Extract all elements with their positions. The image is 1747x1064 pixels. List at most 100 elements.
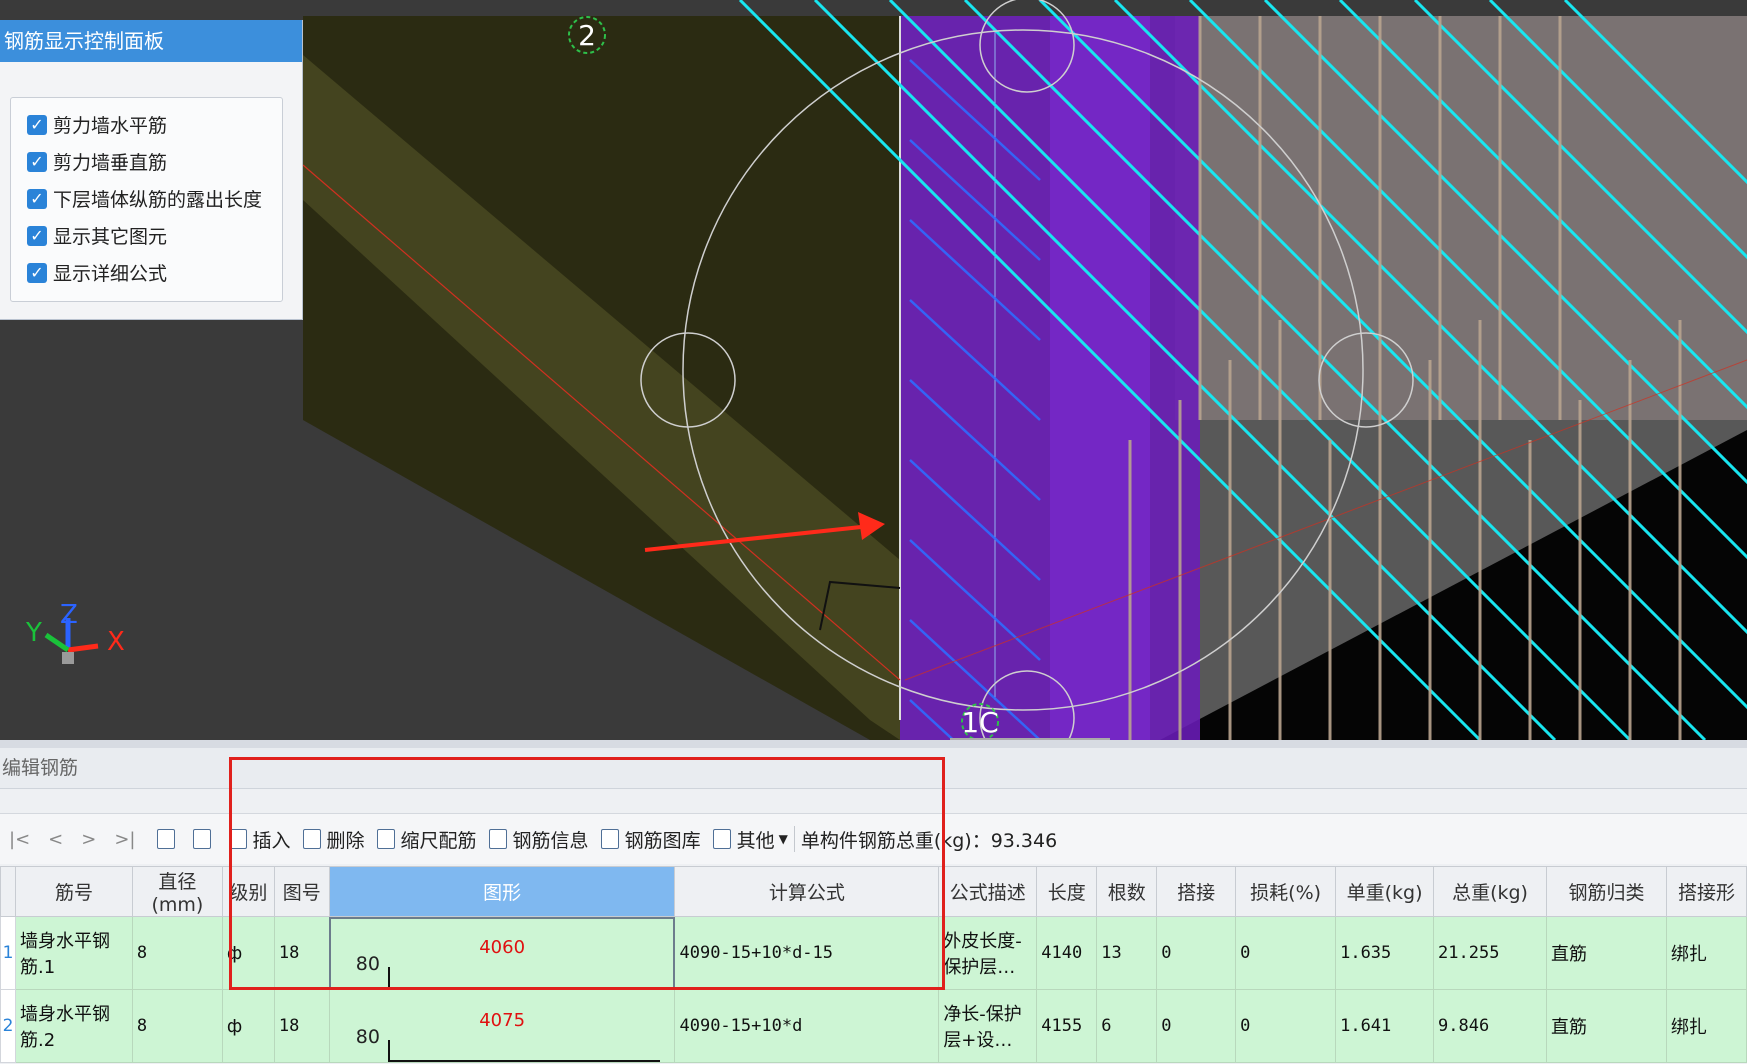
cell-unit-weight[interactable]: 1.635 xyxy=(1335,916,1435,990)
column-header[interactable]: 搭接形 xyxy=(1665,866,1747,917)
option-show-detailed-formula[interactable]: ✓ 显示详细公式 xyxy=(11,254,282,291)
last-record-button[interactable]: >| xyxy=(114,829,135,850)
column-header[interactable]: 损耗(%) xyxy=(1235,866,1337,917)
cell-category[interactable]: 直筋 xyxy=(1546,916,1667,990)
cell-formula[interactable]: 4090-15+10*d-15 xyxy=(674,916,940,990)
cell-lap-type[interactable]: 绑扎 xyxy=(1665,916,1747,990)
cell-category[interactable]: 直筋 xyxy=(1546,989,1667,1063)
axis-y-label: Y xyxy=(25,618,42,648)
cell-count[interactable]: 6 xyxy=(1096,989,1158,1063)
cell-unit-weight[interactable]: 1.641 xyxy=(1335,989,1435,1063)
cell-count[interactable]: 13 xyxy=(1096,916,1158,990)
cell-diameter[interactable]: 8 xyxy=(131,916,223,990)
cell-name[interactable]: 墙身水平钢筋.1 xyxy=(14,916,133,990)
cell-loss[interactable]: 0 xyxy=(1235,989,1337,1063)
column-header[interactable]: 根数 xyxy=(1096,866,1158,917)
checkbox-checked-icon[interactable]: ✓ xyxy=(27,225,47,246)
delete-icon xyxy=(302,829,321,849)
column-header[interactable]: 钢筋归类 xyxy=(1546,866,1667,917)
rebar-library-button[interactable]: 钢筋图库 xyxy=(589,826,701,853)
grid-label-bottom: 1C xyxy=(961,706,998,739)
other-dropdown-button[interactable]: 其他 ▼ xyxy=(701,826,788,853)
checkbox-checked-icon[interactable]: ✓ xyxy=(27,188,47,209)
column-header[interactable]: 总重(kg) xyxy=(1433,866,1547,917)
cell-grade[interactable]: ф xyxy=(221,989,275,1063)
cell-lap[interactable]: 0 xyxy=(1156,916,1237,990)
column-header[interactable]: 搭接 xyxy=(1156,866,1237,917)
column-header[interactable]: 筋号 xyxy=(14,866,133,917)
total-weight-label: 单构件钢筋总重(kg)：93.346 xyxy=(800,829,1058,852)
column-header[interactable]: 计算公式 xyxy=(674,866,940,917)
table-row[interactable]: 1 墙身水平钢筋.1 8 ф 18 80 4060 4090-15+10*d-1… xyxy=(0,916,1747,990)
control-options-group: ✓ 剪力墙水平筋 ✓ 剪力墙垂直筋 ✓ 下层墙体纵筋的露出长度 ✓ 显示其它图元 ✓ 显示… xyxy=(10,97,283,302)
option-shear-wall-horizontal[interactable]: ✓ 剪力墙水平筋 xyxy=(11,106,282,143)
cell-loss[interactable]: 0 xyxy=(1235,916,1337,990)
column-header[interactable]: 图号 xyxy=(273,866,330,917)
control-panel-title: 钢筋显示控制面板 xyxy=(0,20,302,62)
cell-formula[interactable]: 4090-15+10*d xyxy=(674,989,940,1063)
column-header-shape[interactable]: 图形 xyxy=(328,866,676,917)
document-icon xyxy=(488,829,507,849)
column-header[interactable]: 直径(mm) xyxy=(131,866,223,917)
library-icon xyxy=(600,829,619,849)
rebar-info-button[interactable]: 钢筋信息 xyxy=(477,826,589,853)
row-index[interactable]: 1 xyxy=(0,916,16,990)
next-record-button[interactable]: > xyxy=(81,829,96,850)
column-header[interactable]: 单重(kg) xyxy=(1335,866,1435,917)
scale-rebar-button[interactable]: 缩尺配筋 xyxy=(365,826,477,853)
checkbox-checked-icon[interactable]: ✓ xyxy=(27,262,47,283)
move-down-icon[interactable] xyxy=(192,829,211,849)
option-show-other-elements[interactable]: ✓ 显示其它图元 xyxy=(11,217,282,254)
option-label: 下层墙体纵筋的露出长度 xyxy=(53,189,263,211)
cell-shape[interactable]: 80 4075 xyxy=(328,989,676,1063)
checkbox-checked-icon[interactable]: ✓ xyxy=(27,151,47,172)
column-header[interactable]: 长度 xyxy=(1036,866,1098,917)
cell-grade[interactable]: ф xyxy=(221,916,275,990)
rebar-shape-icon xyxy=(387,967,660,989)
cell-total-weight[interactable]: 9.846 xyxy=(1433,989,1547,1063)
cell-desc[interactable]: 外皮长度-保护层… xyxy=(938,916,1038,990)
table-header: 筋号 直径(mm) 级别 图号 图形 计算公式 公式描述 长度 根数 搭接 损耗… xyxy=(0,866,1747,917)
editor-title: 编辑钢筋 xyxy=(0,748,1747,789)
axis-z-label: Z xyxy=(60,600,78,630)
move-up-icon[interactable] xyxy=(156,829,175,849)
cell-lap-type[interactable]: 绑扎 xyxy=(1665,989,1747,1063)
column-header xyxy=(0,866,16,917)
column-header[interactable]: 公式描述 xyxy=(938,866,1038,917)
cell-shape[interactable]: 80 4060 xyxy=(328,916,676,990)
scale-icon xyxy=(376,829,395,849)
insert-icon xyxy=(228,829,247,849)
option-label: 显示详细公式 xyxy=(53,263,168,285)
3d-viewport[interactable]: 2 1C X Y Z 钢筋显示控制面板 ✓ 剪力墙水平筋 ✓ 剪力墙垂直筋 ✓ 下层墙… xyxy=(0,0,1747,740)
rebar-table: 筋号 直径(mm) 级别 图号 图形 计算公式 公式描述 长度 根数 搭接 损耗… xyxy=(0,866,1747,1063)
other-icon xyxy=(712,829,731,849)
delete-button[interactable]: 删除 xyxy=(291,826,365,853)
cell-total-weight[interactable]: 21.255 xyxy=(1433,916,1547,990)
cell-fig[interactable]: 18 xyxy=(273,989,330,1063)
option-lower-wall-exposed-length[interactable]: ✓ 下层墙体纵筋的露出长度 xyxy=(11,180,282,217)
column-header[interactable]: 级别 xyxy=(221,866,275,917)
shape-value[interactable]: 4075 xyxy=(330,1010,674,1031)
toolbar-separator xyxy=(793,826,795,852)
cell-diameter[interactable]: 8 xyxy=(131,989,223,1063)
cell-length[interactable]: 4155 xyxy=(1036,989,1098,1063)
insert-button[interactable]: 插入 xyxy=(217,826,291,853)
rebar-shape-icon xyxy=(387,1040,660,1062)
prev-record-button[interactable]: < xyxy=(48,829,63,850)
option-shear-wall-vertical[interactable]: ✓ 剪力墙垂直筋 xyxy=(11,143,282,180)
grid-label-top: 2 xyxy=(578,19,596,52)
rebar-display-control-panel: 钢筋显示控制面板 ✓ 剪力墙水平筋 ✓ 剪力墙垂直筋 ✓ 下层墙体纵筋的露出长度 ✓ 显… xyxy=(0,20,303,320)
chevron-down-icon: ▼ xyxy=(778,832,788,846)
table-row[interactable]: 2 墙身水平钢筋.2 8 ф 18 80 4075 4090-15+10*d 净… xyxy=(0,989,1747,1063)
cell-desc[interactable]: 净长-保护层+设… xyxy=(938,989,1038,1063)
checkbox-checked-icon[interactable]: ✓ xyxy=(27,114,47,135)
row-index[interactable]: 2 xyxy=(0,989,16,1063)
cell-fig[interactable]: 18 xyxy=(273,916,330,990)
cell-lap[interactable]: 0 xyxy=(1156,989,1237,1063)
shape-value[interactable]: 4060 xyxy=(330,937,674,958)
edit-rebar-panel: 编辑钢筋 |< < > >| 插入 删除 缩尺配筋 钢筋信息 钢筋图库 其他 ▼ … xyxy=(0,748,1747,1064)
first-record-button[interactable]: |< xyxy=(9,829,30,850)
cell-length[interactable]: 4140 xyxy=(1036,916,1098,990)
option-label: 显示其它图元 xyxy=(53,226,168,248)
cell-name[interactable]: 墙身水平钢筋.2 xyxy=(14,989,133,1063)
